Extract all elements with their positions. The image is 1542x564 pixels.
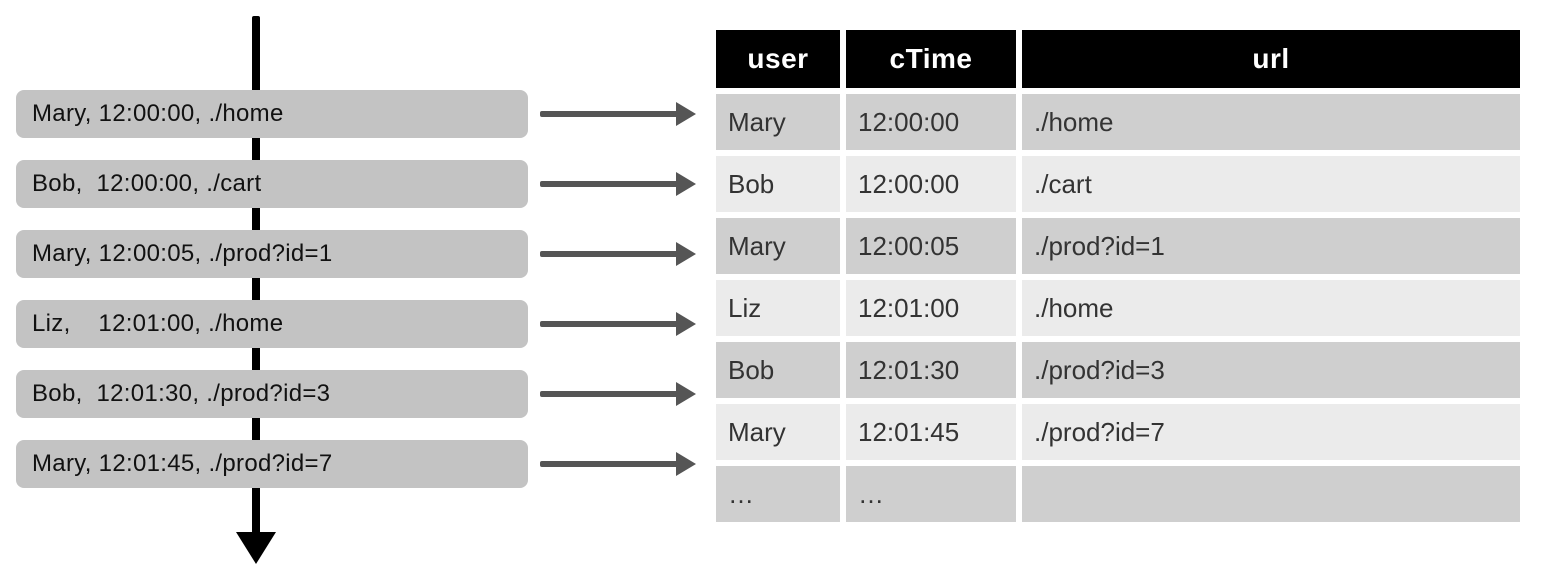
cell-ctime: 12:01:45 xyxy=(846,404,1016,460)
col-header-user: user xyxy=(716,30,840,88)
log-item: Bob, 12:01:30, ./prod?id=3 xyxy=(16,370,528,418)
cell-ctime: … xyxy=(846,466,1016,522)
cell-url: ./prod?id=1 xyxy=(1022,218,1520,274)
log-item: Mary, 12:00:05, ./prod?id=1 xyxy=(16,230,528,278)
cell-url: ./cart xyxy=(1022,156,1520,212)
cell-user: Bob xyxy=(716,342,840,398)
col-header-ctime: cTime xyxy=(846,30,1016,88)
table-row: Mary 12:00:00 ./home xyxy=(716,94,1520,150)
cell-user: Mary xyxy=(716,404,840,460)
events-table: user cTime url Mary 12:00:00 ./home Bob … xyxy=(710,24,1526,528)
cell-ctime: 12:00:05 xyxy=(846,218,1016,274)
cell-user: Liz xyxy=(716,280,840,336)
table-row: Bob 12:01:30 ./prod?id=3 xyxy=(716,342,1520,398)
log-item: Liz, 12:01:00, ./home xyxy=(16,300,528,348)
cell-url xyxy=(1022,466,1520,522)
table-row: Liz 12:01:00 ./home xyxy=(716,280,1520,336)
table-row: Mary 12:01:45 ./prod?id=7 xyxy=(716,404,1520,460)
cell-ctime: 12:01:00 xyxy=(846,280,1016,336)
cell-user: … xyxy=(716,466,840,522)
cell-user: Mary xyxy=(716,94,840,150)
table-row: … … xyxy=(716,466,1520,522)
cell-ctime: 12:00:00 xyxy=(846,94,1016,150)
cell-ctime: 12:01:30 xyxy=(846,342,1016,398)
log-item: Bob, 12:00:00, ./cart xyxy=(16,160,528,208)
log-item: Mary, 12:00:00, ./home xyxy=(16,90,528,138)
cell-url: ./home xyxy=(1022,94,1520,150)
cell-url: ./prod?id=7 xyxy=(1022,404,1520,460)
table-header-row: user cTime url xyxy=(716,30,1520,88)
table-row: Mary 12:00:05 ./prod?id=1 xyxy=(716,218,1520,274)
diagram-canvas: Mary, 12:00:00, ./home Bob, 12:00:00, ./… xyxy=(0,0,1542,563)
log-event-list: Mary, 12:00:00, ./home Bob, 12:00:00, ./… xyxy=(16,90,528,488)
col-header-url: url xyxy=(1022,30,1520,88)
cell-user: Mary xyxy=(716,218,840,274)
cell-ctime: 12:00:00 xyxy=(846,156,1016,212)
table-row: Bob 12:00:00 ./cart xyxy=(716,156,1520,212)
cell-url: ./home xyxy=(1022,280,1520,336)
cell-url: ./prod?id=3 xyxy=(1022,342,1520,398)
log-item: Mary, 12:01:45, ./prod?id=7 xyxy=(16,440,528,488)
cell-user: Bob xyxy=(716,156,840,212)
